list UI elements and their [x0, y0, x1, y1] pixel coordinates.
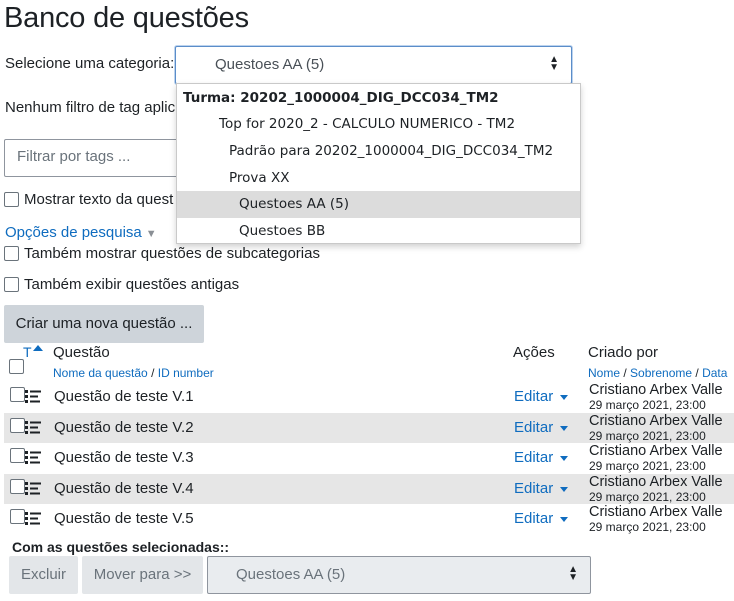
edit-menu[interactable]: Editar — [514, 449, 569, 466]
caret-down-icon — [560, 425, 569, 431]
table-row: Questão de teste V.3 Editar Cristiano Ar… — [4, 443, 734, 473]
sort-type-link[interactable]: T — [23, 344, 32, 360]
created-date: 29 março 2021, 23:00 — [589, 459, 706, 473]
move-target-value: Questoes AA (5) — [236, 566, 346, 583]
creator-name: Cristiano Arbex Valle — [589, 382, 723, 398]
edit-label: Editar — [514, 388, 554, 405]
create-question-button[interactable]: Criar uma nova questão ... — [4, 305, 204, 343]
row-checkbox[interactable] — [10, 509, 25, 524]
edit-menu[interactable]: Editar — [514, 510, 569, 527]
row-checkbox[interactable] — [10, 479, 25, 494]
sort-separator: / — [147, 366, 158, 380]
sort-question-name-link[interactable]: Nome da questão — [53, 366, 148, 380]
page-title: Banco de questões — [4, 2, 249, 34]
old-questions-checkbox[interactable] — [4, 277, 19, 292]
sort-date-link[interactable]: Data — [702, 366, 727, 380]
updown-caret-icon: ▲ ▼ — [549, 54, 559, 73]
row-checkbox[interactable] — [10, 418, 25, 433]
caret-down-icon — [560, 455, 569, 461]
bulk-actions-label: Com as questões selecionadas:: — [12, 539, 230, 555]
sort-separator: / — [692, 366, 703, 380]
dropdown-option[interactable]: Questoes BB — [177, 218, 580, 245]
sort-separator: / — [620, 366, 631, 380]
multiple-choice-icon — [25, 451, 41, 464]
table-row: Questão de teste V.5 Editar Cristiano Ar… — [4, 504, 734, 534]
multiple-choice-icon — [25, 390, 41, 403]
col-created-header: Criado por — [588, 344, 659, 361]
table-row: Questão de teste V.4 Editar Cristiano Ar… — [4, 474, 734, 504]
search-options-label: Opções de pesquisa — [5, 224, 142, 241]
creator-name: Cristiano Arbex Valle — [589, 413, 723, 429]
caret-down-icon — [560, 486, 569, 492]
move-to-button[interactable]: Mover para >> — [82, 556, 203, 594]
old-questions-label: Também exibir questões antigas — [24, 276, 240, 293]
dropdown-option-selected[interactable]: Questoes AA (5) — [177, 191, 580, 218]
question-name: Questão de teste V.5 — [54, 510, 194, 527]
tag-filter-input[interactable]: Filtrar por tags ... — [4, 139, 184, 177]
created-date: 29 março 2021, 23:00 — [589, 398, 706, 412]
tag-filter-status: Nenhum filtro de tag aplic — [5, 99, 176, 116]
table-row: Questão de teste V.1 Editar Cristiano Ar… — [4, 382, 734, 412]
show-text-label: Mostrar texto da quest — [24, 191, 174, 208]
show-text-checkbox[interactable] — [4, 192, 19, 207]
created-date: 29 março 2021, 23:00 — [589, 429, 706, 443]
category-select-value: Questoes AA (5) — [215, 56, 325, 73]
col-actions-header: Ações — [513, 344, 555, 361]
sort-asc-icon — [33, 345, 43, 351]
sort-lastname-link[interactable]: Sobrenome — [630, 366, 692, 380]
subcategories-label: Também mostrar questões de subcategorias — [24, 245, 320, 262]
table-row: Questão de teste V.2 Editar Cristiano Ar… — [4, 413, 734, 443]
move-target-select[interactable]: Questoes AA (5) ▲ ▼ — [207, 556, 591, 594]
creator-name: Cristiano Arbex Valle — [589, 474, 723, 490]
sort-id-number-link[interactable]: ID number — [158, 366, 214, 380]
created-date: 29 março 2021, 23:00 — [589, 520, 706, 534]
caret-down-icon — [560, 394, 569, 400]
edit-menu[interactable]: Editar — [514, 388, 569, 405]
created-date: 29 março 2021, 23:00 — [589, 490, 706, 504]
search-options-link[interactable]: Opções de pesquisa ▼ — [5, 224, 157, 241]
delete-button[interactable]: Excluir — [9, 556, 78, 594]
sort-firstname-link[interactable]: Nome — [588, 366, 620, 380]
creator-name: Cristiano Arbex Valle — [589, 443, 723, 459]
caret-down-icon — [560, 516, 569, 522]
old-questions-option: Também exibir questões antigas — [4, 276, 239, 293]
subcategories-checkbox[interactable] — [4, 246, 19, 261]
col-question-sort-links: Nome da questão / ID number — [53, 366, 214, 380]
category-label: Selecione uma categoria: — [5, 55, 175, 72]
multiple-choice-icon — [25, 421, 41, 434]
triangle-down-icon: ▼ — [145, 228, 157, 240]
select-all-checkbox[interactable] — [9, 359, 24, 374]
subcategories-option: Também mostrar questões de subcategorias — [4, 245, 320, 262]
edit-label: Editar — [514, 480, 554, 497]
dropdown-option[interactable]: Padrão para 20202_1000004_DIG_DCC034_TM2 — [177, 138, 580, 165]
question-name: Questão de teste V.4 — [54, 480, 194, 497]
updown-caret-icon: ▲ ▼ — [568, 564, 578, 583]
question-name: Questão de teste V.1 — [54, 388, 194, 405]
question-name: Questão de teste V.2 — [54, 419, 194, 436]
col-created-sort-links: Nome / Sobrenome / Data — [588, 366, 727, 380]
edit-label: Editar — [514, 510, 554, 527]
show-text-option: Mostrar texto da quest — [4, 191, 173, 208]
creator-name: Cristiano Arbex Valle — [589, 504, 723, 520]
multiple-choice-icon — [25, 482, 41, 495]
edit-menu[interactable]: Editar — [514, 419, 569, 436]
edit-label: Editar — [514, 419, 554, 436]
dropdown-option[interactable]: Prova XX — [177, 165, 580, 192]
category-select[interactable]: Questoes AA (5) ▲ ▼ — [175, 46, 572, 84]
question-name: Questão de teste V.3 — [54, 449, 194, 466]
dropdown-group-header: Turma: 20202_1000004_DIG_DCC034_TM2 — [183, 90, 499, 106]
row-checkbox[interactable] — [10, 448, 25, 463]
row-checkbox[interactable] — [10, 387, 25, 402]
dropdown-option[interactable]: Top for 2020_2 - CALCULO NUMERICO - TM2 — [177, 111, 580, 138]
multiple-choice-icon — [25, 512, 41, 525]
col-question-header: Questão — [53, 344, 110, 361]
category-dropdown-list: Turma: 20202_1000004_DIG_DCC034_TM2 Top … — [176, 83, 581, 244]
edit-menu[interactable]: Editar — [514, 480, 569, 497]
edit-label: Editar — [514, 449, 554, 466]
